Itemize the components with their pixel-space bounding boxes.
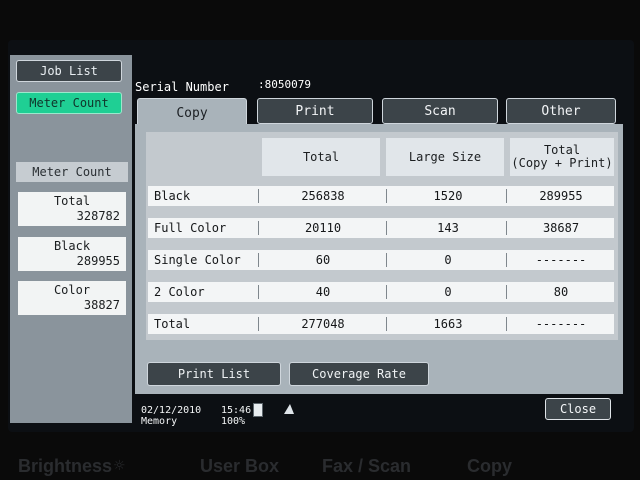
row-label: 2 Color bbox=[154, 285, 205, 299]
column-divider bbox=[386, 253, 387, 267]
row-label: Total bbox=[154, 317, 191, 331]
cell-large-size: 0 bbox=[444, 285, 452, 299]
cell-copy-print: 289955 bbox=[539, 189, 583, 203]
toner-icon bbox=[253, 403, 263, 417]
tab-print[interactable]: Print bbox=[257, 98, 373, 124]
cell-large-size: 1663 bbox=[433, 317, 463, 331]
column-divider bbox=[386, 317, 387, 331]
fax-scan-key[interactable]: Fax / Scan bbox=[322, 456, 411, 477]
meter-color-card: Color 38827 bbox=[18, 281, 126, 315]
brightness-label: Brightness bbox=[18, 456, 113, 476]
table-row: Single Color 60 0 ------- bbox=[148, 250, 614, 270]
meter-total-label: Total bbox=[53, 194, 91, 208]
table-row-total: Total 277048 1663 ------- bbox=[148, 314, 614, 334]
column-header-total-copy-print: Total (Copy + Print) bbox=[510, 138, 614, 176]
print-list-button[interactable]: Print List bbox=[147, 362, 281, 386]
column-header-total: Total bbox=[262, 138, 380, 176]
cell-large-size: 143 bbox=[437, 221, 459, 235]
memory-label: Memory bbox=[141, 416, 178, 427]
column-divider bbox=[506, 189, 507, 203]
cell-copy-print: 38687 bbox=[542, 221, 580, 235]
tab-scan[interactable]: Scan bbox=[382, 98, 498, 124]
cell-large-size: 0 bbox=[444, 253, 452, 267]
cell-total: 60 bbox=[315, 253, 331, 267]
meter-count-heading: Meter Count bbox=[16, 162, 128, 182]
brightness-icon: ☼ bbox=[113, 458, 126, 474]
copy-key[interactable]: Copy bbox=[467, 456, 512, 477]
user-box-key[interactable]: User Box bbox=[200, 456, 279, 477]
cell-total: 256838 bbox=[301, 189, 345, 203]
cell-total: 20110 bbox=[304, 221, 342, 235]
meter-color-label: Color bbox=[53, 283, 91, 297]
row-label: Black bbox=[154, 189, 191, 203]
row-label: Full Color bbox=[154, 221, 227, 235]
column-divider bbox=[386, 285, 387, 299]
meter-black-label: Black bbox=[53, 239, 91, 253]
table-row: Black 256838 1520 289955 bbox=[148, 186, 614, 206]
coverage-rate-button[interactable]: Coverage Rate bbox=[289, 362, 429, 386]
cell-total: 277048 bbox=[301, 317, 345, 331]
column-divider bbox=[506, 285, 507, 299]
cell-copy-print: 80 bbox=[553, 285, 569, 299]
column-divider bbox=[506, 317, 507, 331]
meter-total-value: 328782 bbox=[76, 209, 120, 223]
cell-copy-print: ------- bbox=[535, 317, 587, 331]
meter-color-value: 38827 bbox=[83, 298, 120, 312]
row-label: Single Color bbox=[154, 253, 241, 267]
column-divider bbox=[506, 221, 507, 235]
table-row: Full Color 20110 143 38687 bbox=[148, 218, 614, 238]
tab-copy[interactable]: Copy bbox=[137, 98, 247, 127]
column-divider bbox=[386, 221, 387, 235]
table-row: 2 Color 40 0 80 bbox=[148, 282, 614, 302]
meter-black-value: 289955 bbox=[76, 254, 120, 268]
meter-total-card: Total 328782 bbox=[18, 192, 126, 226]
tab-other[interactable]: Other bbox=[506, 98, 616, 124]
status-time: 15:46 bbox=[221, 405, 252, 416]
serial-number-label: Serial Number bbox=[135, 80, 229, 94]
meter-black-card: Black 289955 bbox=[18, 237, 126, 271]
close-button[interactable]: Close bbox=[545, 398, 611, 420]
column-divider bbox=[506, 253, 507, 267]
sidebar: Job List Meter Count Meter Count Total 3… bbox=[10, 55, 132, 423]
meter-count-button[interactable]: Meter Count bbox=[16, 92, 122, 114]
memory-value: 100% bbox=[221, 416, 246, 427]
column-header-large-size: Large Size bbox=[386, 138, 504, 176]
job-list-button[interactable]: Job List bbox=[16, 60, 122, 82]
status-date: 02/12/2010 bbox=[141, 405, 202, 416]
column-divider bbox=[386, 189, 387, 203]
serial-number-value: :8050079 bbox=[258, 78, 311, 91]
cell-total: 40 bbox=[315, 285, 331, 299]
cell-large-size: 1520 bbox=[433, 189, 463, 203]
cell-copy-print: ------- bbox=[535, 253, 587, 267]
